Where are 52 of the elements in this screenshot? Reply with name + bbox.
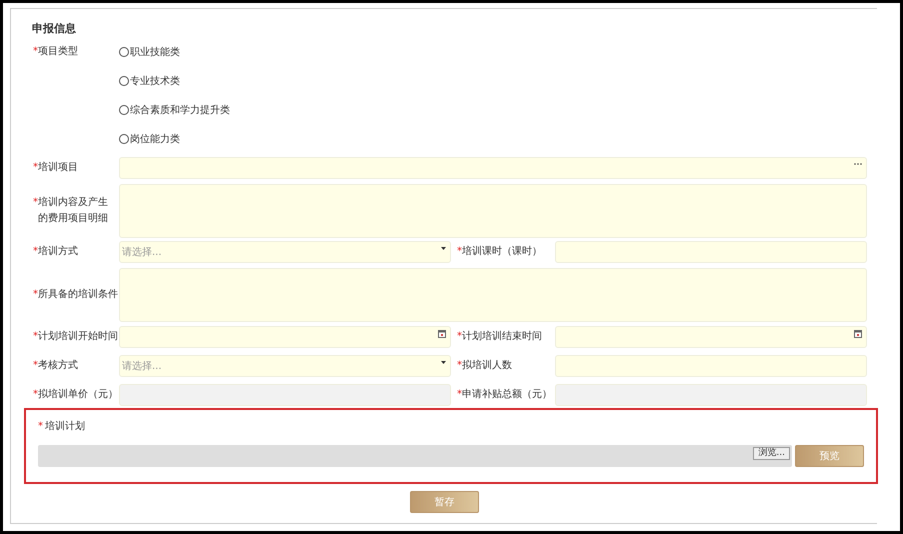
text-area[interactable] bbox=[119, 268, 867, 322]
required-mark: * bbox=[33, 45, 38, 59]
select-field[interactable]: 请选择... bbox=[119, 241, 451, 263]
radio-label: 专业技术类 bbox=[130, 74, 180, 88]
field-label: 培训方式 bbox=[38, 244, 78, 259]
field-label: 项目类型 bbox=[38, 44, 78, 59]
field-label: 培训课时（课时） bbox=[462, 244, 542, 259]
radio-label: 职业技能类 bbox=[130, 46, 180, 60]
date-field[interactable] bbox=[555, 326, 867, 348]
field-label: 计划培训开始时间 bbox=[38, 330, 118, 344]
field-label: 培训计划 bbox=[45, 420, 85, 434]
text-area[interactable] bbox=[119, 184, 867, 238]
required-mark: * bbox=[38, 420, 43, 434]
required-mark: * bbox=[457, 245, 462, 259]
section-title: 申报信息 bbox=[32, 21, 77, 37]
input-field[interactable] bbox=[555, 241, 867, 263]
required-mark: * bbox=[33, 330, 38, 344]
browse-button[interactable]: 浏览... bbox=[753, 446, 790, 460]
select-field[interactable]: 请选择... bbox=[119, 355, 451, 377]
file-field[interactable]: 浏览... bbox=[38, 445, 792, 467]
radio-label: 综合素质和学力提升类 bbox=[130, 104, 230, 118]
dropdown-icon bbox=[441, 360, 446, 364]
field-label: 计划培训结束时间 bbox=[462, 330, 542, 344]
calendar-icon bbox=[854, 330, 862, 338]
calendar-icon bbox=[438, 330, 446, 338]
field-label: 申请补贴总额（元） bbox=[462, 388, 552, 402]
input-field[interactable] bbox=[119, 157, 867, 179]
save-button[interactable]: 暂存 bbox=[410, 491, 479, 513]
radio-label: 岗位能力类 bbox=[130, 132, 180, 146]
field-label: 拟培训人数 bbox=[462, 358, 512, 373]
required-mark: * bbox=[33, 161, 38, 175]
field-label: 所具备的培训条件 bbox=[38, 288, 118, 302]
required-mark: * bbox=[457, 330, 462, 344]
radio-button[interactable] bbox=[119, 134, 129, 144]
required-mark: * bbox=[457, 388, 462, 402]
field-label: 拟培训单价（元） bbox=[38, 388, 118, 402]
dropdown-icon bbox=[441, 246, 446, 250]
field-label: 考核方式 bbox=[38, 358, 78, 373]
required-mark: * bbox=[33, 388, 38, 402]
required-mark: * bbox=[33, 245, 38, 259]
field-label: 培训内容及产生的费用项目明细 bbox=[38, 196, 109, 226]
radio-button[interactable] bbox=[119, 105, 129, 115]
input-field[interactable] bbox=[555, 355, 867, 377]
required-mark: * bbox=[33, 288, 38, 302]
required-mark: * bbox=[33, 359, 38, 373]
field-label: 培训项目 bbox=[38, 160, 78, 175]
radio-button[interactable] bbox=[119, 76, 129, 86]
preview-button[interactable]: 预览 bbox=[795, 445, 864, 467]
required-mark: * bbox=[33, 196, 38, 210]
radio-button[interactable] bbox=[119, 47, 129, 57]
date-field[interactable] bbox=[119, 326, 451, 348]
required-mark: * bbox=[457, 359, 462, 373]
